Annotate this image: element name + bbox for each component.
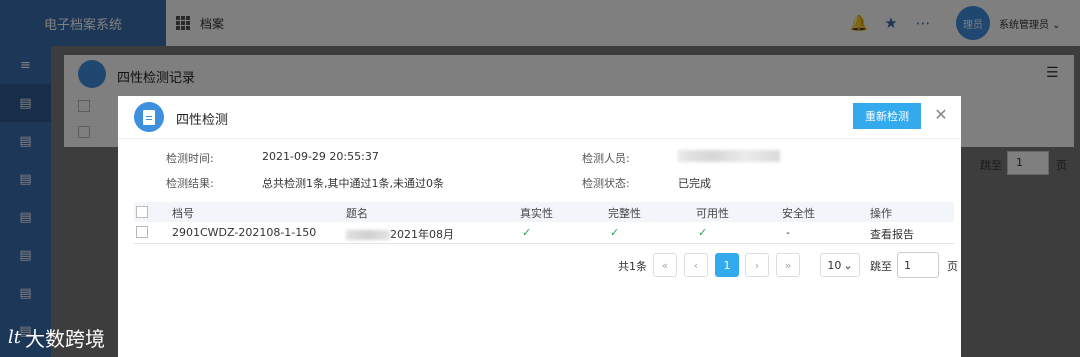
modal-title: 四性检测: [176, 113, 229, 128]
column-header: 安全性: [782, 207, 815, 220]
next-page-button[interactable]: ›: [745, 253, 769, 277]
page-label: 页: [947, 260, 958, 273]
title-cell: 2021年08月: [346, 226, 454, 242]
check-status-label: 检测状态:: [582, 177, 630, 190]
watermark-logo: lt: [8, 326, 21, 348]
table-row: 2901CWDZ-202108-1-150 2021年08月 ✓ ✓ ✓ - 查…: [134, 222, 954, 244]
last-page-button[interactable]: »: [776, 253, 800, 277]
page-size-value: 10: [827, 258, 842, 272]
column-header: 题名: [346, 207, 368, 220]
page-1-button[interactable]: 1: [715, 253, 739, 277]
jump-page-input[interactable]: [897, 252, 939, 278]
column-header: 真实性: [520, 207, 553, 220]
pagination: 共1条 « ‹ 1 › » 10⌄ 跳至 页: [118, 252, 961, 278]
recheck-button[interactable]: 重新检测: [853, 103, 921, 129]
column-header: 档号: [172, 207, 194, 220]
title-redacted: [346, 230, 390, 240]
check-status-value: 已完成: [678, 177, 711, 190]
chevron-down-icon: ⌄: [843, 258, 853, 272]
inspector-value-redacted: [678, 150, 780, 162]
watermark-text: 大数跨境: [25, 326, 105, 351]
document-icon: [134, 102, 164, 132]
check-time-value: 2021-09-29 20:55:37: [262, 150, 379, 163]
table-header: 档号 题名 真实性 完整性 可用性 安全性 操作: [134, 202, 954, 222]
view-report-link[interactable]: 查看报告: [870, 226, 914, 242]
security-cell: -: [786, 226, 790, 239]
page-size-select[interactable]: 10 ⌄: [820, 253, 860, 277]
check-result-value: 总共检测1条,其中通过1条,未通过0条: [262, 177, 444, 190]
select-all-checkbox[interactable]: [136, 206, 148, 218]
doc-number-cell: 2901CWDZ-202108-1-150: [172, 226, 317, 239]
inspector-label: 检测人员:: [582, 152, 630, 165]
total-count: 共1条: [618, 260, 647, 273]
close-icon[interactable]: ✕: [933, 105, 949, 125]
integrity-cell: ✓: [610, 226, 620, 239]
column-header: 操作: [870, 207, 892, 220]
column-header: 完整性: [608, 207, 641, 220]
row-checkbox[interactable]: [136, 226, 148, 238]
usability-cell: ✓: [698, 226, 708, 239]
check-time-label: 检测时间:: [166, 152, 214, 165]
check-result-label: 检测结果:: [166, 177, 214, 190]
first-page-button[interactable]: «: [653, 253, 677, 277]
watermark: lt 大数跨境: [8, 322, 105, 352]
prev-page-button[interactable]: ‹: [684, 253, 708, 277]
column-header: 可用性: [696, 207, 729, 220]
divider: [118, 138, 961, 139]
four-property-check-modal: 四性检测 重新检测 ✕ 检测时间: 2021-09-29 20:55:37 检测…: [118, 96, 961, 357]
title-suffix: 2021年08月: [390, 228, 454, 241]
jump-label: 跳至: [870, 260, 892, 273]
authenticity-cell: ✓: [522, 226, 532, 239]
